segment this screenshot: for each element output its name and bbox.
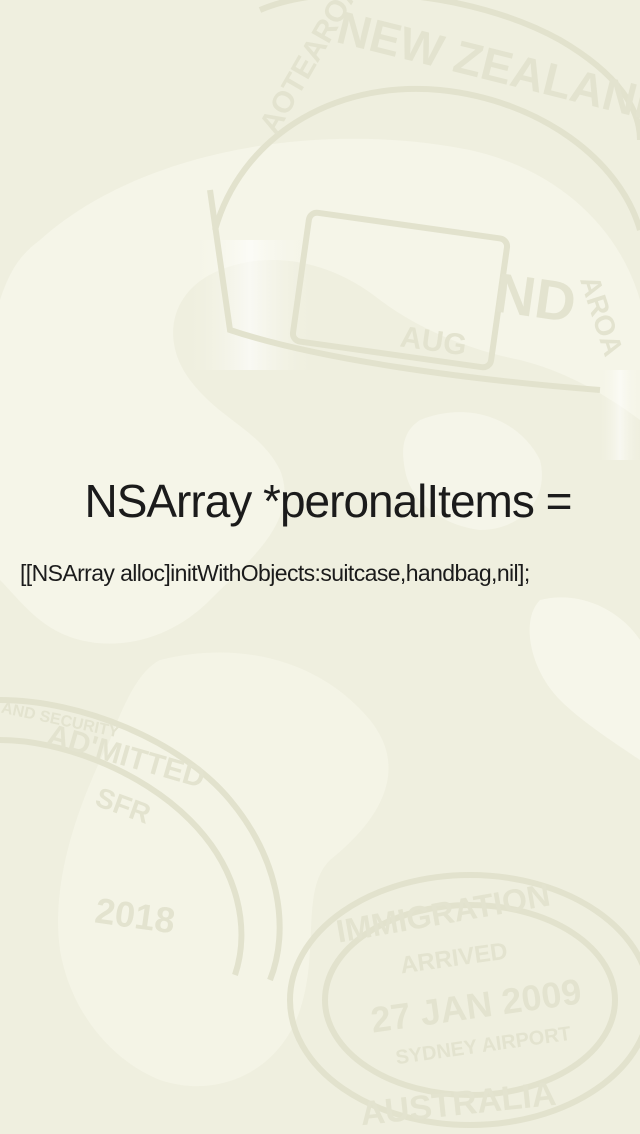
stamp-text-nd: ND xyxy=(491,260,580,335)
code-line: [[NSArray alloc]initWithObjects:suitcase… xyxy=(20,560,530,586)
code-heading: NSArray *peronalItems = xyxy=(84,475,572,527)
